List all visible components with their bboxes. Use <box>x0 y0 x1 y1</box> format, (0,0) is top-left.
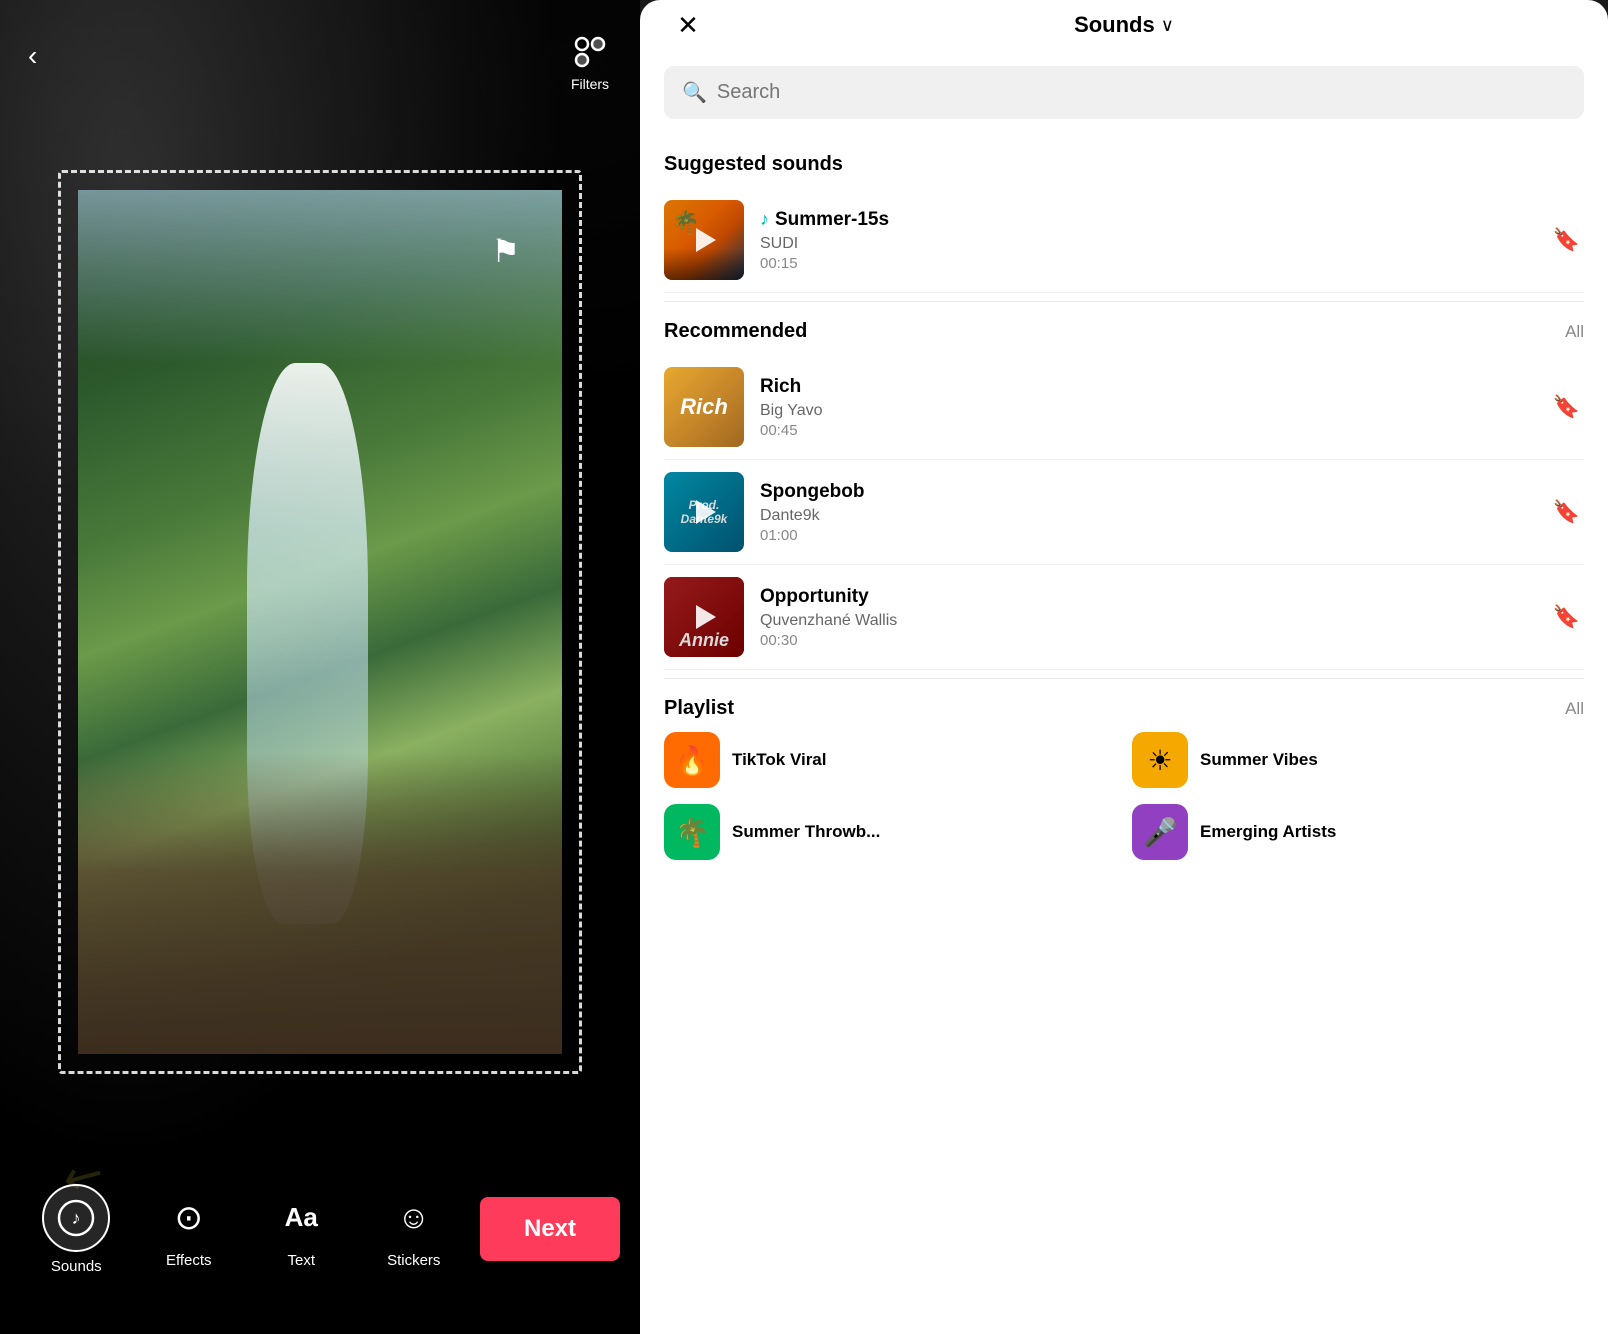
thumb-summer15s: 🌴 <box>664 200 744 280</box>
divider-2 <box>664 678 1584 679</box>
sky <box>78 190 562 363</box>
tiktok-viral-label: TikTok Viral <box>732 750 827 770</box>
playlist-item-summer-vibes[interactable]: ☀ Summer Vibes <box>1132 732 1584 788</box>
sound-info-summer15s: ♪ Summer-15s SUDI 00:15 <box>760 209 1533 272</box>
stamp-inner <box>78 190 562 1054</box>
recommended-section-title: Recommended <box>664 320 807 343</box>
flag-icon: ⚑ <box>491 232 520 270</box>
right-panel: ✕ Sounds ∨ 🔍 Suggested sounds 🌴 <box>640 0 1608 1334</box>
waterfall-image <box>78 190 562 1054</box>
sound-artist-summer15s: SUDI <box>760 235 1533 253</box>
play-button-summer15s[interactable] <box>664 200 744 280</box>
summer-throwb-label: Summer Throwb... <box>732 822 880 842</box>
sounds-title-dropdown[interactable]: Sounds ∨ <box>1074 12 1174 38</box>
next-button[interactable]: Next <box>480 1197 620 1261</box>
stamp-frame: ⚑ <box>60 172 580 1072</box>
bookmark-button-rich[interactable]: 🔖 <box>1549 390 1584 424</box>
chevron-down-icon: ∨ <box>1161 15 1174 36</box>
thumb-spongebob: Prod.Dante9k <box>664 472 744 552</box>
filters-icon <box>568 30 612 74</box>
sound-info-opportunity: Opportunity Quvenzhané Wallis 00:30 <box>760 586 1533 649</box>
text-icon: Aa <box>273 1190 329 1246</box>
playlist-section-title: Playlist <box>664 697 734 720</box>
sounds-header: ✕ Sounds ∨ <box>640 0 1608 50</box>
sound-info-rich: Rich Big Yavo 00:45 <box>760 376 1533 439</box>
playlist-all-button[interactable]: All <box>1565 699 1584 719</box>
sound-duration-summer15s: 00:15 <box>760 255 1533 272</box>
sound-item-spongebob[interactable]: Prod.Dante9k Spongebob Dante9k 01:00 🔖 <box>664 460 1584 565</box>
sound-name-row: ♪ Summer-15s <box>760 209 1533 231</box>
thumb-bg-rich: Rich <box>664 367 744 447</box>
close-button[interactable]: ✕ <box>670 7 706 43</box>
sound-artist-opportunity: Quvenzhané Wallis <box>760 612 1533 630</box>
effects-label: Effects <box>166 1252 212 1269</box>
sound-duration-rich: 00:45 <box>760 422 1533 439</box>
sounds-content: Suggested sounds 🌴 ♪ Summer-15s SUDI <box>640 135 1608 1334</box>
stamp-container: ⚑ <box>20 110 620 1134</box>
sound-name-rich: Rich <box>760 376 1533 398</box>
rich-text: Rich <box>664 367 744 447</box>
stickers-icon: ☺ <box>386 1190 442 1246</box>
sound-item-summer15s[interactable]: 🌴 ♪ Summer-15s SUDI 00:15 🔖 <box>664 188 1584 293</box>
emerging-icon: 🎤 <box>1132 804 1188 860</box>
sound-name-summer15s: Summer-15s <box>775 209 889 231</box>
sound-name-opportunity: Opportunity <box>760 586 1533 608</box>
toolbar-item-text[interactable]: Aa Text <box>245 1190 358 1269</box>
text-label: Text <box>287 1252 315 1269</box>
sound-item-opportunity[interactable]: Annie Opportunity Quvenzhané Wallis 00:3… <box>664 565 1584 670</box>
playlist-section-header: Playlist All <box>664 697 1584 720</box>
summer-vibes-icon: ☀ <box>1132 732 1188 788</box>
bookmark-button-opportunity[interactable]: 🔖 <box>1549 600 1584 634</box>
toolbar-item-sounds[interactable]: ♪ Sounds <box>20 1184 133 1275</box>
emerging-label: Emerging Artists <box>1200 822 1336 842</box>
recommended-all-button[interactable]: All <box>1565 322 1584 342</box>
suggested-section-title: Suggested sounds <box>664 153 843 176</box>
divider-1 <box>664 301 1584 302</box>
bottom-toolbar: ♪ Sounds ⊙ Effects Aa Text ☺ Stickers Ne… <box>0 1144 640 1334</box>
bookmark-button-summer15s[interactable]: 🔖 <box>1549 223 1584 257</box>
sound-duration-opportunity: 00:30 <box>760 632 1533 649</box>
sounds-icon: ♪ <box>42 1184 110 1252</box>
sound-artist-spongebob: Dante9k <box>760 507 1533 525</box>
sounds-header-bg: ✕ Sounds ∨ <box>640 0 1608 50</box>
summer-throwb-icon: 🌴 <box>664 804 720 860</box>
recommended-section-header: Recommended All <box>664 320 1584 343</box>
sound-item-rich[interactable]: Rich Rich Big Yavo 00:45 🔖 <box>664 355 1584 460</box>
thumb-rich: Rich <box>664 367 744 447</box>
playlist-grid: 🔥 TikTok Viral ☀ Summer Vibes 🌴 Summer T… <box>664 732 1584 860</box>
play-button-spongebob[interactable] <box>664 472 744 552</box>
playlist-item-summer-throwb[interactable]: 🌴 Summer Throwb... <box>664 804 1116 860</box>
stickers-label: Stickers <box>387 1252 440 1269</box>
sound-info-spongebob: Spongebob Dante9k 01:00 <box>760 481 1533 544</box>
left-panel: ‹ Filters ⚑ ↙ <box>0 0 640 1334</box>
play-triangle-icon <box>696 500 716 524</box>
summer-vibes-label: Summer Vibes <box>1200 750 1318 770</box>
thumb-opportunity: Annie <box>664 577 744 657</box>
playlist-item-emerging[interactable]: 🎤 Emerging Artists <box>1132 804 1584 860</box>
toolbar-item-effects[interactable]: ⊙ Effects <box>133 1190 246 1269</box>
play-button-opportunity[interactable] <box>664 577 744 657</box>
playlist-item-tiktok-viral[interactable]: 🔥 TikTok Viral <box>664 732 1116 788</box>
svg-text:♪: ♪ <box>72 1208 81 1228</box>
tiktok-viral-icon: 🔥 <box>664 732 720 788</box>
sounds-title: Sounds <box>1074 12 1155 38</box>
search-icon: 🔍 <box>682 80 707 105</box>
back-button[interactable]: ‹ <box>28 40 37 72</box>
bookmark-button-spongebob[interactable]: 🔖 <box>1549 495 1584 529</box>
suggested-section-header: Suggested sounds <box>664 153 1584 176</box>
play-triangle-icon <box>696 228 716 252</box>
sound-duration-spongebob: 01:00 <box>760 527 1533 544</box>
rocks <box>78 752 562 1054</box>
search-input[interactable] <box>717 81 1566 104</box>
sounds-label: Sounds <box>51 1258 102 1275</box>
filters-button[interactable]: Filters <box>568 30 612 92</box>
play-triangle-icon <box>696 605 716 629</box>
sound-name-spongebob: Spongebob <box>760 481 1533 503</box>
effects-icon: ⊙ <box>161 1190 217 1246</box>
sound-artist-rich: Big Yavo <box>760 402 1533 420</box>
search-bar[interactable]: 🔍 <box>664 66 1584 119</box>
music-note-icon: ♪ <box>760 209 769 230</box>
filters-label: Filters <box>571 76 609 92</box>
toolbar-item-stickers[interactable]: ☺ Stickers <box>358 1190 471 1269</box>
